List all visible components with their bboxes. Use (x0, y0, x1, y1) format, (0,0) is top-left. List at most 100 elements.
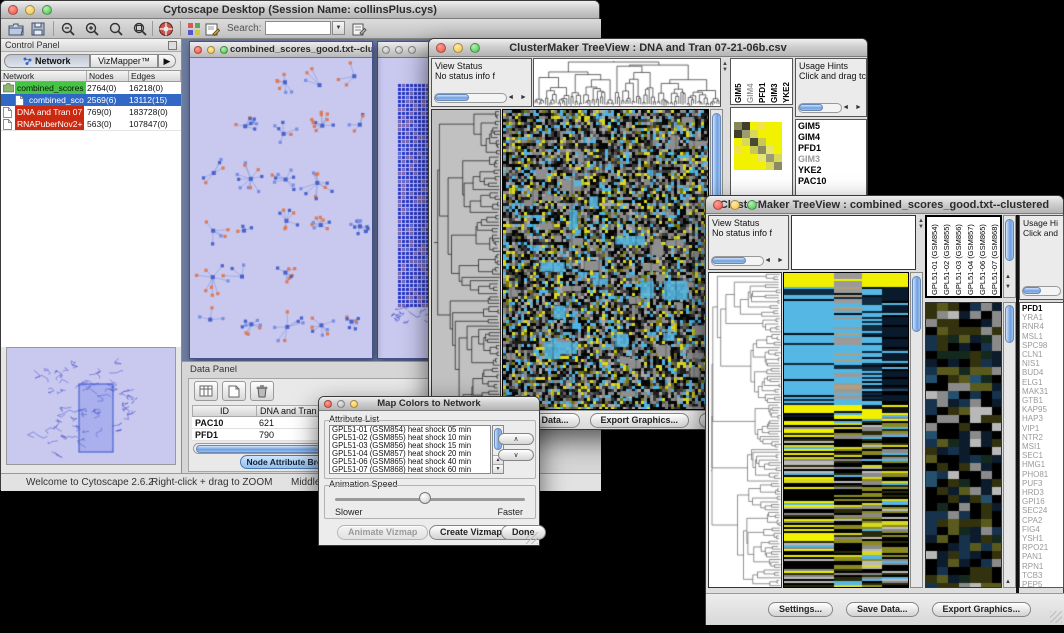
scrollbar-thumb[interactable] (435, 94, 469, 101)
scroll-down-arrow[interactable]: ▲ (1005, 579, 1011, 585)
zoom-button[interactable] (470, 43, 480, 53)
network-tree-row[interactable]: combined_sco2569(6)13112(15) (1, 94, 181, 106)
treeview2-title-bar[interactable]: ClusterMaker TreeView : combined_scores_… (706, 196, 1063, 214)
network-tree-row[interactable]: DNA and Tran 07769(0)183728(0) (1, 106, 181, 118)
scrollbar-arrows[interactable]: ◄ ► (842, 104, 864, 111)
close-button[interactable] (713, 200, 723, 210)
zoom-heatmap-pane[interactable] (925, 302, 1002, 588)
scrollbar-arrows[interactable]: ◄ ► (764, 257, 786, 264)
column-dendrogram-pane[interactable] (533, 58, 721, 107)
column-header[interactable]: Network (1, 71, 87, 81)
done-button[interactable]: Done (501, 525, 546, 540)
move-down-button[interactable]: ∨ (498, 449, 534, 461)
zoom-in-icon[interactable] (83, 20, 101, 38)
attribute-listbox[interactable]: GPL51-01 (GSM854) heat shock 05 minGPL51… (329, 425, 491, 474)
minimize-button[interactable] (207, 46, 215, 54)
minimize-button[interactable] (25, 5, 35, 15)
network-view-window[interactable]: combined_scores_good.txt--cluste... (189, 41, 373, 359)
overview-canvas[interactable] (7, 348, 175, 464)
close-button[interactable] (8, 5, 18, 15)
attribute-editor-icon[interactable] (350, 20, 368, 38)
zoom-fit-icon[interactable] (131, 20, 149, 38)
zoom-button[interactable] (408, 46, 416, 54)
minimize-button[interactable] (730, 200, 740, 210)
minimize-button[interactable] (395, 46, 403, 54)
treeview1-title-bar[interactable]: ClusterMaker TreeView : DNA and Tran 07-… (429, 39, 867, 57)
zoom-button[interactable] (350, 400, 358, 408)
row-dendrogram-canvas[interactable] (709, 273, 781, 587)
export-graphics-button[interactable]: Export Graphics... (932, 602, 1032, 617)
select-attributes-icon[interactable] (194, 381, 218, 401)
minimize-button[interactable] (453, 43, 463, 53)
column-header[interactable]: Nodes (87, 71, 129, 81)
slider-handle[interactable] (419, 492, 431, 504)
labels-vertical-scrollbar[interactable]: ▲ ▼ (1003, 215, 1016, 298)
heatmap-canvas[interactable] (503, 110, 708, 409)
network-view-title-bar[interactable]: combined_scores_good.txt--cluste... (190, 42, 372, 58)
attribute-list-item[interactable]: GPL51-07 (GSM868) heat shock 60 min (330, 466, 490, 474)
row-dendrogram-pane[interactable] (431, 109, 501, 410)
column-header[interactable]: ID (193, 406, 257, 416)
column-dendrogram-pane[interactable] (791, 215, 916, 270)
view-status-scrollbar[interactable]: ◄ ► (434, 93, 529, 104)
tab-network[interactable]: Network (4, 54, 90, 68)
usage-hints-scrollbar[interactable]: ◄ ► (798, 103, 864, 114)
network-tree-row[interactable]: combined_scores2764(0)16218(0) (1, 82, 181, 94)
zoom-selected-icon[interactable] (107, 20, 125, 38)
heatmap-canvas[interactable] (784, 273, 908, 587)
search-dropdown-button[interactable]: ▼ (332, 21, 345, 35)
row-dendrogram-pane[interactable] (708, 272, 782, 588)
close-button[interactable] (382, 46, 390, 54)
scrollbar-thumb[interactable] (712, 257, 746, 264)
annotation-icon[interactable] (203, 20, 221, 38)
export-graphics-button[interactable]: Export Graphics... (590, 413, 690, 428)
heatmap-pane[interactable] (783, 272, 909, 588)
scrollbar-thumb[interactable] (912, 276, 921, 332)
row-dendrogram-canvas[interactable] (432, 110, 500, 409)
dialog-title-bar[interactable]: Map Colors to Network (319, 397, 539, 411)
zoom-button[interactable] (42, 5, 52, 15)
main-title-bar[interactable]: Cytoscape Desktop (Session Name: collins… (1, 1, 599, 19)
splitter-arrows-icon[interactable]: ▲▼ (918, 218, 924, 230)
float-panel-icon[interactable] (168, 41, 177, 50)
usage-hints-scrollbar[interactable] (1022, 286, 1061, 297)
zoom-out-icon[interactable] (59, 20, 77, 38)
close-button[interactable] (324, 400, 332, 408)
new-attribute-icon[interactable] (222, 381, 246, 401)
scrollbar-thumb[interactable] (1005, 305, 1014, 343)
scrollbar-arrows[interactable]: ◄ ► (507, 94, 529, 101)
zoom-button[interactable] (747, 200, 757, 210)
tab-vizmapper[interactable]: VizMapper™ (90, 54, 158, 68)
background-network-window[interactable] (377, 41, 433, 359)
minimize-button[interactable] (337, 400, 345, 408)
save-icon[interactable] (29, 20, 47, 38)
vizmap-icon[interactable] (185, 20, 203, 38)
save-data-button[interactable]: Save Data... (846, 602, 919, 617)
scrollbar-thumb[interactable] (799, 104, 823, 111)
scroll-down-arrow[interactable]: ▼ (1005, 284, 1011, 290)
network-view-canvas[interactable] (190, 58, 372, 358)
settings-button[interactable]: Settings... (768, 602, 833, 617)
resize-grip[interactable] (1050, 611, 1062, 623)
zoom-heatmap-canvas[interactable] (926, 303, 1001, 587)
scrollbar-thumb[interactable] (712, 113, 721, 205)
delete-attribute-trash-icon[interactable] (250, 381, 274, 401)
heatmap-pane[interactable] (502, 109, 709, 410)
heatmap-vertical-scrollbar[interactable] (910, 272, 923, 588)
network-tree-row[interactable]: RNAPuberNov2+563(0)107847(0) (1, 118, 181, 130)
scrollbar-thumb[interactable] (1005, 219, 1014, 261)
animate-vizmap-button[interactable]: Animate Vizmap (337, 525, 428, 540)
scroll-down-arrow[interactable]: ▼ (493, 464, 503, 473)
zoom-button[interactable] (220, 46, 228, 54)
scroll-up-arrow[interactable]: ▲ (1005, 274, 1011, 280)
tab-more-button[interactable]: ▶ (158, 54, 176, 68)
background-network-title-bar[interactable] (378, 42, 432, 58)
search-input[interactable] (265, 21, 331, 35)
column-dendrogram-canvas[interactable] (534, 59, 720, 106)
scrollbar-thumb[interactable] (1023, 287, 1041, 294)
close-button[interactable] (194, 46, 202, 54)
column-header[interactable]: Edges (129, 71, 181, 81)
view-status-scrollbar[interactable]: ◄ ► (711, 256, 786, 267)
close-button[interactable] (436, 43, 446, 53)
network-overview-thumbnail[interactable] (6, 347, 176, 465)
